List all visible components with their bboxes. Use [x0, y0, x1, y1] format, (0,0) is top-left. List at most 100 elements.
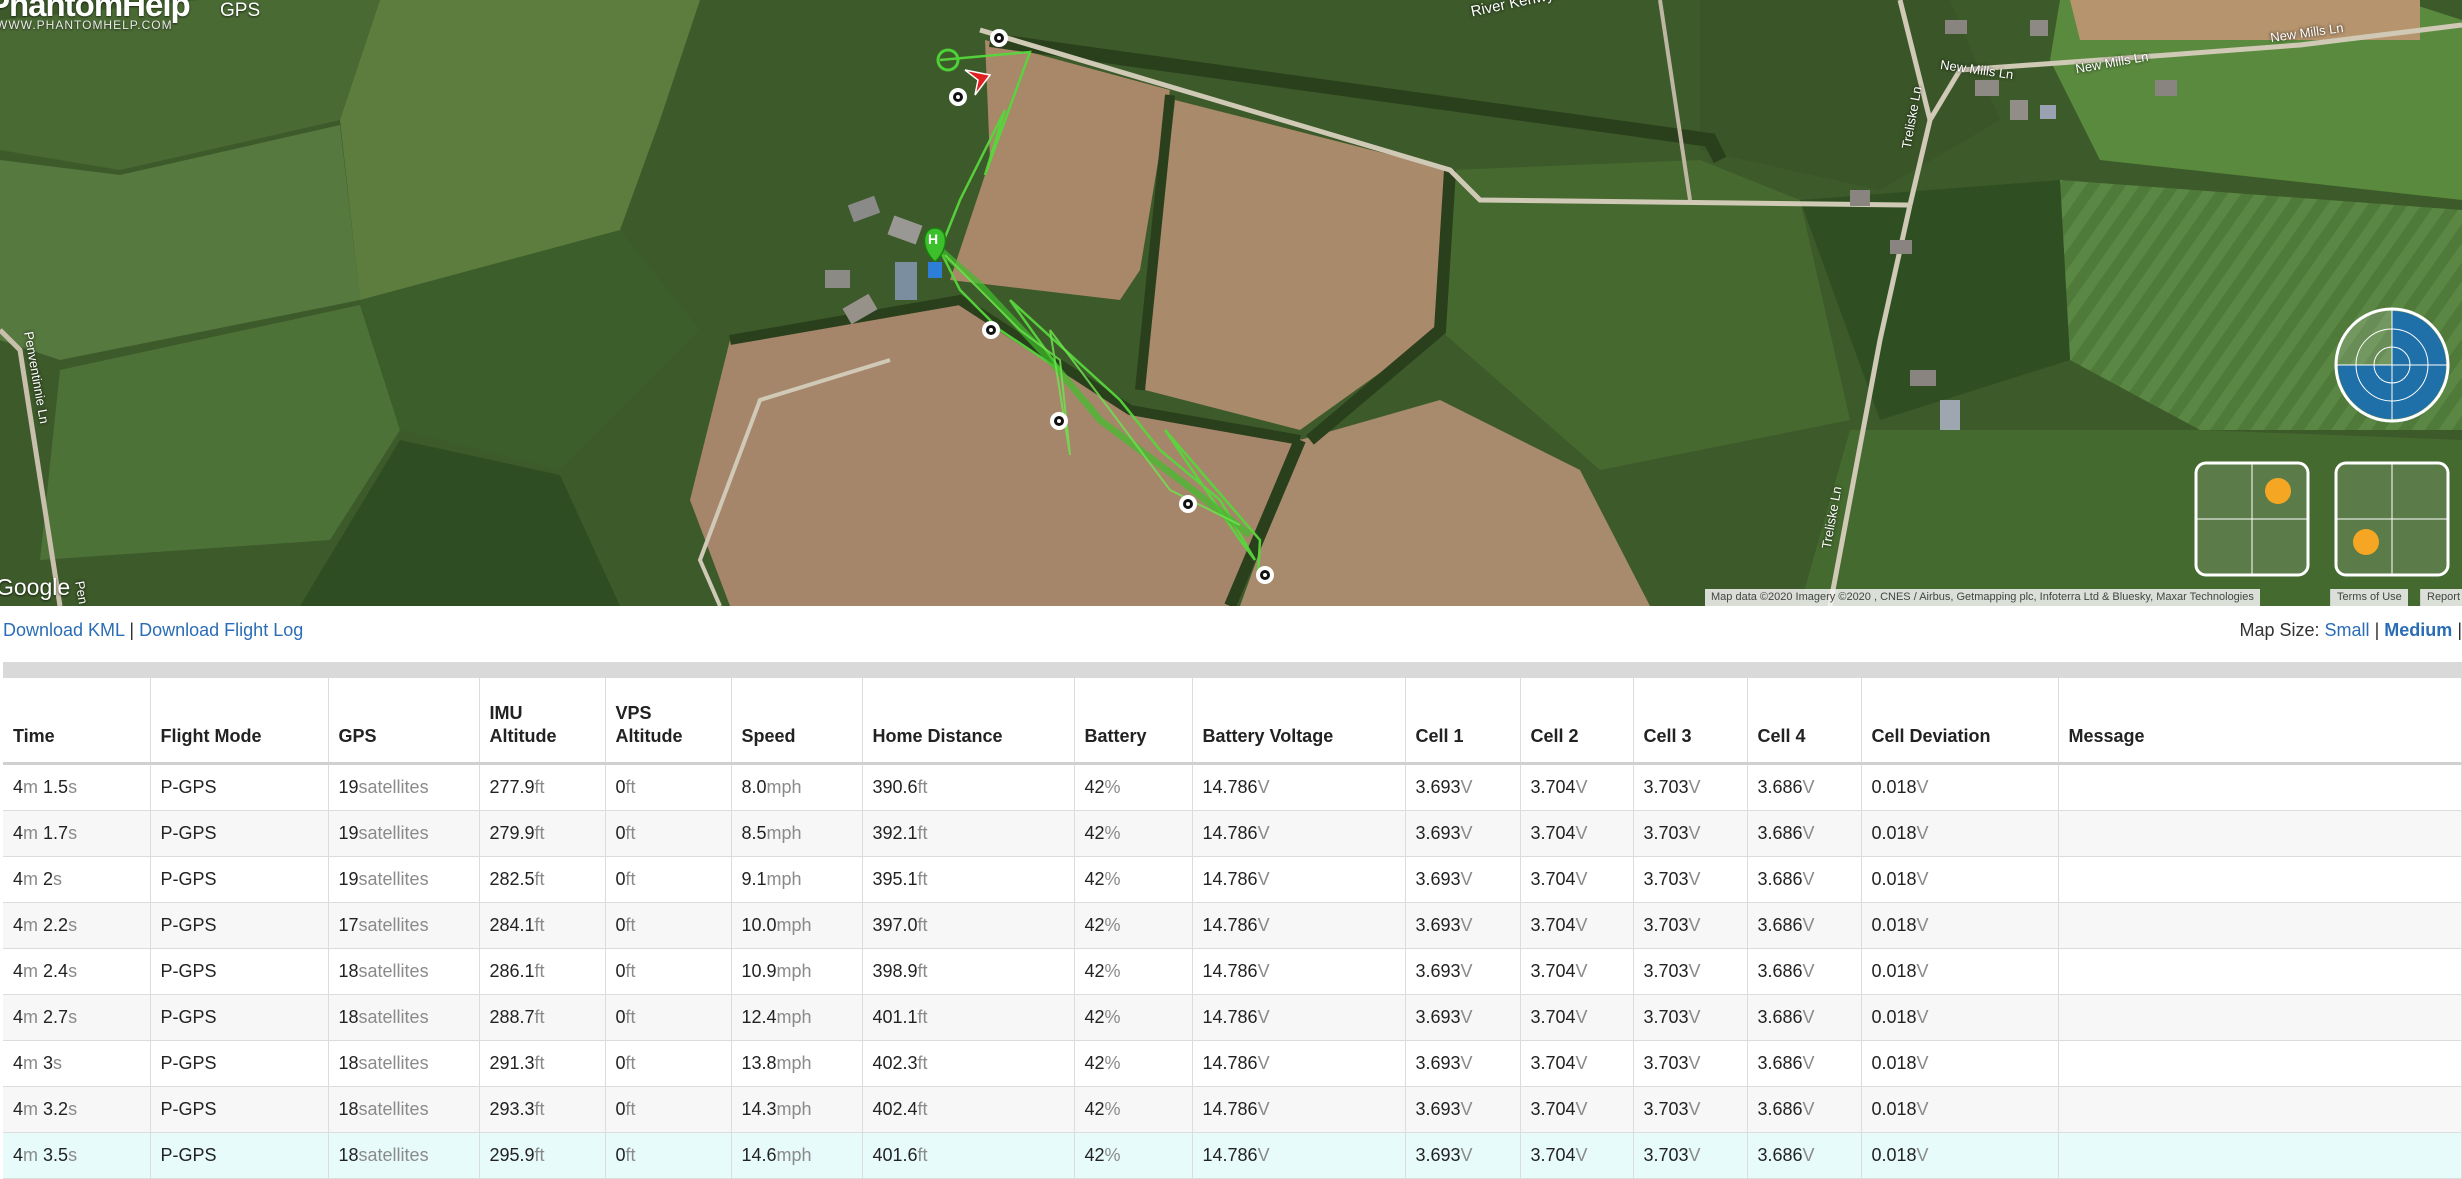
cell-value: 42: [1084, 1007, 1105, 1027]
cell-value: 3.704: [1530, 1145, 1576, 1165]
link-separator: |: [2457, 620, 2462, 640]
map-size-medium-link[interactable]: Medium: [2384, 620, 2452, 640]
cell-value: 4: [13, 915, 24, 935]
col-header-flight-mode[interactable]: Flight Mode: [150, 678, 329, 765]
message-cell: [2058, 902, 2462, 949]
col-header-cell-4[interactable]: Cell 4: [1747, 678, 1862, 765]
table-row[interactable]: 4m 3s P-GPS 18satellites 291.3ft 0ft 13.8mph 4…: [3, 1040, 2462, 1087]
cell-value: 8.5: [741, 823, 767, 843]
unit-label: V: [1916, 823, 1929, 843]
flight-mode-cell: P-GPS: [150, 1132, 329, 1179]
cell-value: 4: [13, 1007, 24, 1027]
cell-value: 390.6: [872, 777, 918, 797]
message-cell: [2058, 810, 2462, 857]
unit-label: V: [1575, 869, 1588, 889]
table-row[interactable]: 4m 3.5s P-GPS 18satellites 295.9ft 0ft 14.6mp…: [3, 1132, 2462, 1179]
time-cell: 4m 1.7s: [3, 810, 151, 857]
cell-value: 14.786: [1202, 869, 1258, 889]
cell-value: 0: [615, 961, 626, 981]
cell-value: P-GPS: [160, 869, 217, 889]
report-link[interactable]: Report: [2420, 589, 2462, 606]
unit-label: %: [1104, 777, 1121, 797]
unit-label: mph: [776, 961, 812, 981]
unit-label: satellites: [358, 869, 429, 889]
cell-4-cell: 3.686V: [1747, 948, 1862, 995]
message-cell: [2058, 1132, 2462, 1179]
cell-value: 42: [1084, 1099, 1105, 1119]
cell-value: 0.018: [1871, 823, 1917, 843]
battery-voltage-cell: 14.786V: [1192, 1132, 1406, 1179]
gps-cell: 18satellites: [328, 1132, 480, 1179]
col-header-cell-1[interactable]: Cell 1: [1405, 678, 1521, 765]
gps-cell: 18satellites: [328, 994, 480, 1041]
download-flight-log-link[interactable]: Download Flight Log: [139, 620, 303, 640]
cell-value: 0: [615, 1007, 626, 1027]
home-distance-cell: 395.1ft: [862, 856, 1075, 903]
gps-cell: 18satellites: [328, 948, 480, 995]
battery-voltage-cell: 14.786V: [1192, 810, 1406, 857]
terms-link[interactable]: Terms of Use: [2330, 589, 2408, 606]
link-separator: |: [2374, 620, 2380, 640]
col-header-cell-deviation[interactable]: Cell Deviation: [1861, 678, 2059, 765]
table-row[interactable]: 4m 2.7s P-GPS 18satellites 288.7ft 0ft 12.4mp…: [3, 994, 2462, 1041]
cell-value: 42: [1084, 869, 1105, 889]
table-row[interactable]: 4m 3.2s P-GPS 18satellites 293.3ft 0ft 14.3mp…: [3, 1086, 2462, 1133]
header-text: Altitude: [615, 726, 683, 746]
col-header-home-distance[interactable]: Home Distance: [862, 678, 1075, 765]
cell-value: 4: [13, 869, 24, 889]
download-links: Download KML | Download Flight Log: [3, 620, 303, 641]
unit-label: V: [1460, 869, 1473, 889]
col-header-message[interactable]: Message: [2058, 678, 2462, 765]
cell-3-cell: 3.703V: [1633, 948, 1748, 995]
col-header-time[interactable]: Time: [3, 678, 151, 765]
table-row[interactable]: 4m 2.4s P-GPS 18satellites 286.1ft 0ft 10.9mp…: [3, 948, 2462, 995]
cell-value: 14.786: [1202, 1007, 1258, 1027]
col-header-speed[interactable]: Speed: [731, 678, 863, 765]
unit-label: m: [23, 1145, 39, 1165]
imu-altitude-cell: 291.3ft: [479, 1040, 606, 1087]
cell-value: 0.018: [1871, 1007, 1917, 1027]
cell-value: 10.9: [741, 961, 777, 981]
cell-value: 0.018: [1871, 1099, 1917, 1119]
col-header-battery-voltage[interactable]: Battery Voltage: [1192, 678, 1406, 765]
unit-label: ft: [625, 1145, 636, 1165]
cell-value: 277.9: [489, 777, 535, 797]
table-body: 4m 1.5s P-GPS 19satellites 277.9ft 0ft 8.0mph…: [3, 763, 2462, 1179]
cell-deviation-cell: 0.018V: [1861, 1086, 2059, 1133]
unit-label: V: [1460, 1099, 1473, 1119]
flight-map[interactable]: PhantomHelp WWW.PHANTOMHELP.COM GPS Rive…: [0, 0, 2462, 606]
imu-altitude-cell: 286.1ft: [479, 948, 606, 995]
battery-cell: 42%: [1074, 994, 1193, 1041]
cell-deviation-cell: 0.018V: [1861, 902, 2059, 949]
imu-altitude-cell: 282.5ft: [479, 856, 606, 903]
cell-4-cell: 3.686V: [1747, 994, 1862, 1041]
cell-value: P-GPS: [160, 915, 217, 935]
time-cell: 4m 3.5s: [3, 1132, 151, 1179]
table-row[interactable]: 4m 1.7s P-GPS 19satellites 279.9ft 0ft 8.5mph…: [3, 810, 2462, 857]
cell-3-cell: 3.703V: [1633, 1086, 1748, 1133]
table-row[interactable]: 4m 2.2s P-GPS 17satellites 284.1ft 0ft 10.0mp…: [3, 902, 2462, 949]
battery-voltage-cell: 14.786V: [1192, 1086, 1406, 1133]
unit-label: s: [68, 823, 78, 843]
cell-value: 284.1: [489, 915, 535, 935]
cell-value: P-GPS: [160, 777, 217, 797]
col-header-battery[interactable]: Battery: [1074, 678, 1193, 765]
unit-label: V: [1802, 823, 1815, 843]
col-header-imu-altitude[interactable]: IMU Altitude: [479, 678, 606, 765]
speed-cell: 12.4mph: [731, 994, 863, 1041]
col-header-vps-altitude[interactable]: VPS Altitude: [605, 678, 732, 765]
map-size-small-link[interactable]: Small: [2325, 620, 2370, 640]
unit-label: ft: [625, 823, 636, 843]
cell-value: 14.786: [1202, 1099, 1258, 1119]
cell-2-cell: 3.704V: [1520, 810, 1634, 857]
table-row[interactable]: 4m 1.5s P-GPS 19satellites 277.9ft 0ft 8.0mph…: [3, 763, 2462, 811]
cell-value: 3: [43, 1053, 54, 1073]
cell-value: 18: [338, 1053, 359, 1073]
flight-log-table: Time Flight Mode GPS IMU Altitude VPS Alti…: [3, 678, 2462, 1179]
vps-altitude-cell: 0ft: [605, 1086, 732, 1133]
col-header-cell-2[interactable]: Cell 2: [1520, 678, 1634, 765]
col-header-cell-3[interactable]: Cell 3: [1633, 678, 1748, 765]
col-header-gps[interactable]: GPS: [328, 678, 480, 765]
download-kml-link[interactable]: Download KML: [3, 620, 124, 640]
table-row[interactable]: 4m 2s P-GPS 19satellites 282.5ft 0ft 9.1mph 39…: [3, 856, 2462, 903]
